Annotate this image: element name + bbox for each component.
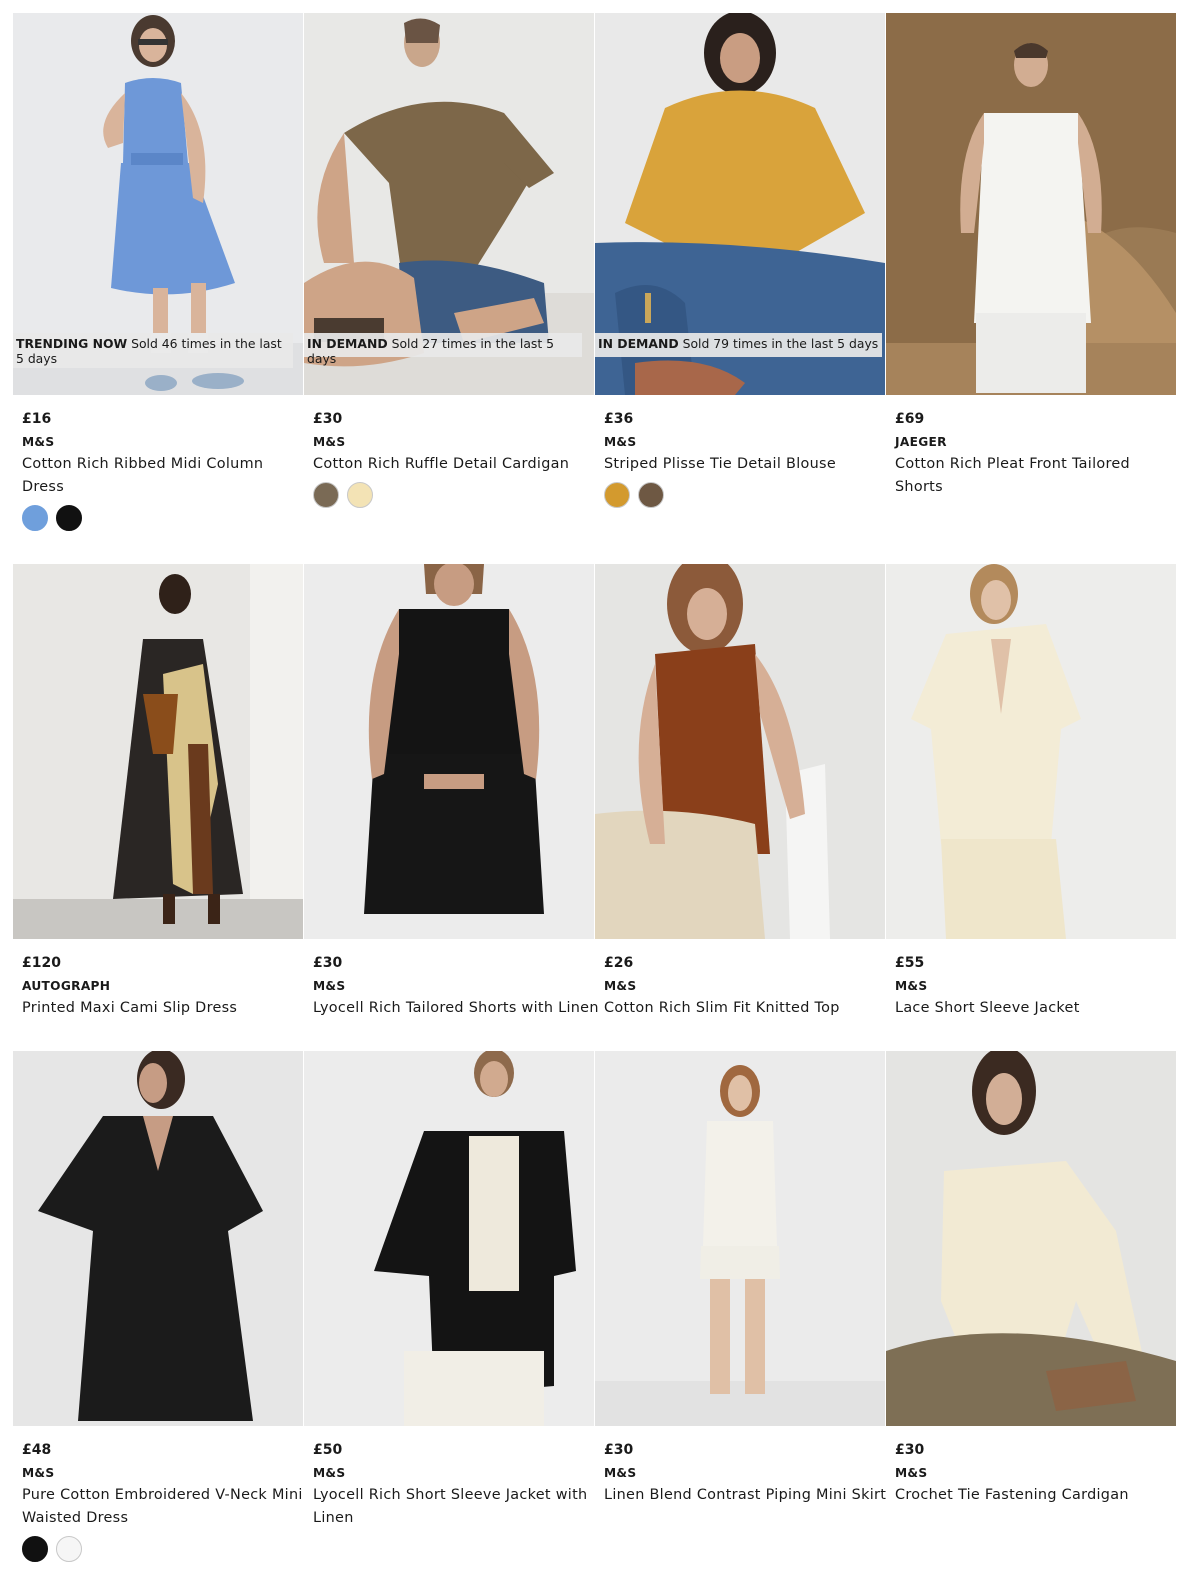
product-brand: M&S — [313, 979, 346, 993]
product-brand: M&S — [22, 435, 55, 449]
product-price: £50 — [313, 1442, 343, 1458]
badge-tag: IN DEMAND — [598, 336, 679, 351]
product-image[interactable] — [304, 1051, 594, 1426]
product-name[interactable]: Linen Blend Contrast Piping Mini Skirt — [604, 1484, 894, 1507]
product-image[interactable] — [304, 564, 594, 939]
product-name[interactable]: Lyocell Rich Tailored Shorts with Linen — [313, 997, 603, 1020]
badge-tag: IN DEMAND — [307, 336, 388, 351]
product-price: £48 — [22, 1442, 52, 1458]
product-price: £55 — [895, 955, 925, 971]
product-price: £30 — [604, 1442, 634, 1458]
product-image[interactable] — [13, 564, 303, 939]
product-brand: M&S — [313, 435, 346, 449]
product-price: £30 — [895, 1442, 925, 1458]
colour-swatch-black[interactable] — [56, 505, 82, 531]
badge-tag: TRENDING NOW — [16, 336, 128, 351]
product-image[interactable] — [886, 564, 1176, 939]
product-name[interactable]: Printed Maxi Cami Slip Dress — [22, 997, 312, 1020]
product-name[interactable]: Lyocell Rich Short Sleeve Jacket with Li… — [313, 1484, 588, 1530]
product-brand: M&S — [604, 979, 637, 993]
colour-swatch-brown[interactable] — [638, 482, 664, 508]
product-name[interactable]: Cotton Rich Pleat Front Tailored Shorts — [895, 453, 1145, 499]
badge-text: Sold 79 times in the last 5 days — [682, 336, 879, 351]
product-image[interactable] — [595, 564, 885, 939]
product-price: £120 — [22, 955, 61, 971]
colour-swatch-yellow[interactable] — [604, 482, 630, 508]
product-brand: M&S — [22, 1466, 55, 1480]
trending-badge: IN DEMAND Sold 79 times in the last 5 da… — [595, 333, 882, 357]
product-image[interactable] — [595, 1051, 885, 1426]
product-image[interactable] — [13, 1051, 303, 1426]
product-name[interactable]: Striped Plisse Tie Detail Blouse — [604, 453, 894, 476]
product-brand: M&S — [895, 979, 928, 993]
colour-swatch-black[interactable] — [22, 1536, 48, 1562]
trending-badge: IN DEMAND Sold 27 times in the last 5 da… — [304, 333, 582, 366]
product-image[interactable] — [886, 13, 1176, 395]
product-image[interactable]: IN DEMAND Sold 27 times in the last 5 da… — [304, 13, 594, 395]
product-price: £30 — [313, 955, 343, 971]
product-image[interactable] — [886, 1051, 1176, 1426]
product-brand: M&S — [604, 435, 637, 449]
product-price: £30 — [313, 411, 343, 427]
colour-swatch-brown[interactable] — [313, 482, 339, 508]
colour-swatches — [22, 505, 82, 531]
product-name[interactable]: Crochet Tie Fastening Cardigan — [895, 1484, 1185, 1507]
trending-badge: TRENDING NOW Sold 46 times in the last 5… — [13, 333, 293, 368]
product-brand: M&S — [895, 1466, 928, 1480]
product-price: £69 — [895, 411, 925, 427]
product-image[interactable]: TRENDING NOW Sold 46 times in the last 5… — [13, 13, 303, 395]
product-brand: JAEGER — [895, 435, 947, 449]
product-price: £36 — [604, 411, 634, 427]
colour-swatches — [22, 1536, 82, 1562]
colour-swatch-cream[interactable] — [347, 482, 373, 508]
colour-swatch-blue[interactable] — [22, 505, 48, 531]
product-name[interactable]: Cotton Rich Slim Fit Knitted Top — [604, 997, 894, 1020]
colour-swatches — [313, 482, 373, 508]
product-name[interactable]: Lace Short Sleeve Jacket — [895, 997, 1185, 1020]
colour-swatches — [604, 482, 664, 508]
product-brand: M&S — [313, 1466, 346, 1480]
colour-swatch-white[interactable] — [56, 1536, 82, 1562]
product-image[interactable]: IN DEMAND Sold 79 times in the last 5 da… — [595, 13, 885, 395]
product-price: £16 — [22, 411, 52, 427]
product-name[interactable]: Cotton Rich Ruffle Detail Cardigan — [313, 453, 603, 476]
product-brand: AUTOGRAPH — [22, 979, 111, 993]
product-name[interactable]: Cotton Rich Ribbed Midi Column Dress — [22, 453, 282, 499]
product-name[interactable]: Pure Cotton Embroidered V-Neck Mini Wais… — [22, 1484, 312, 1530]
product-price: £26 — [604, 955, 634, 971]
product-brand: M&S — [604, 1466, 637, 1480]
